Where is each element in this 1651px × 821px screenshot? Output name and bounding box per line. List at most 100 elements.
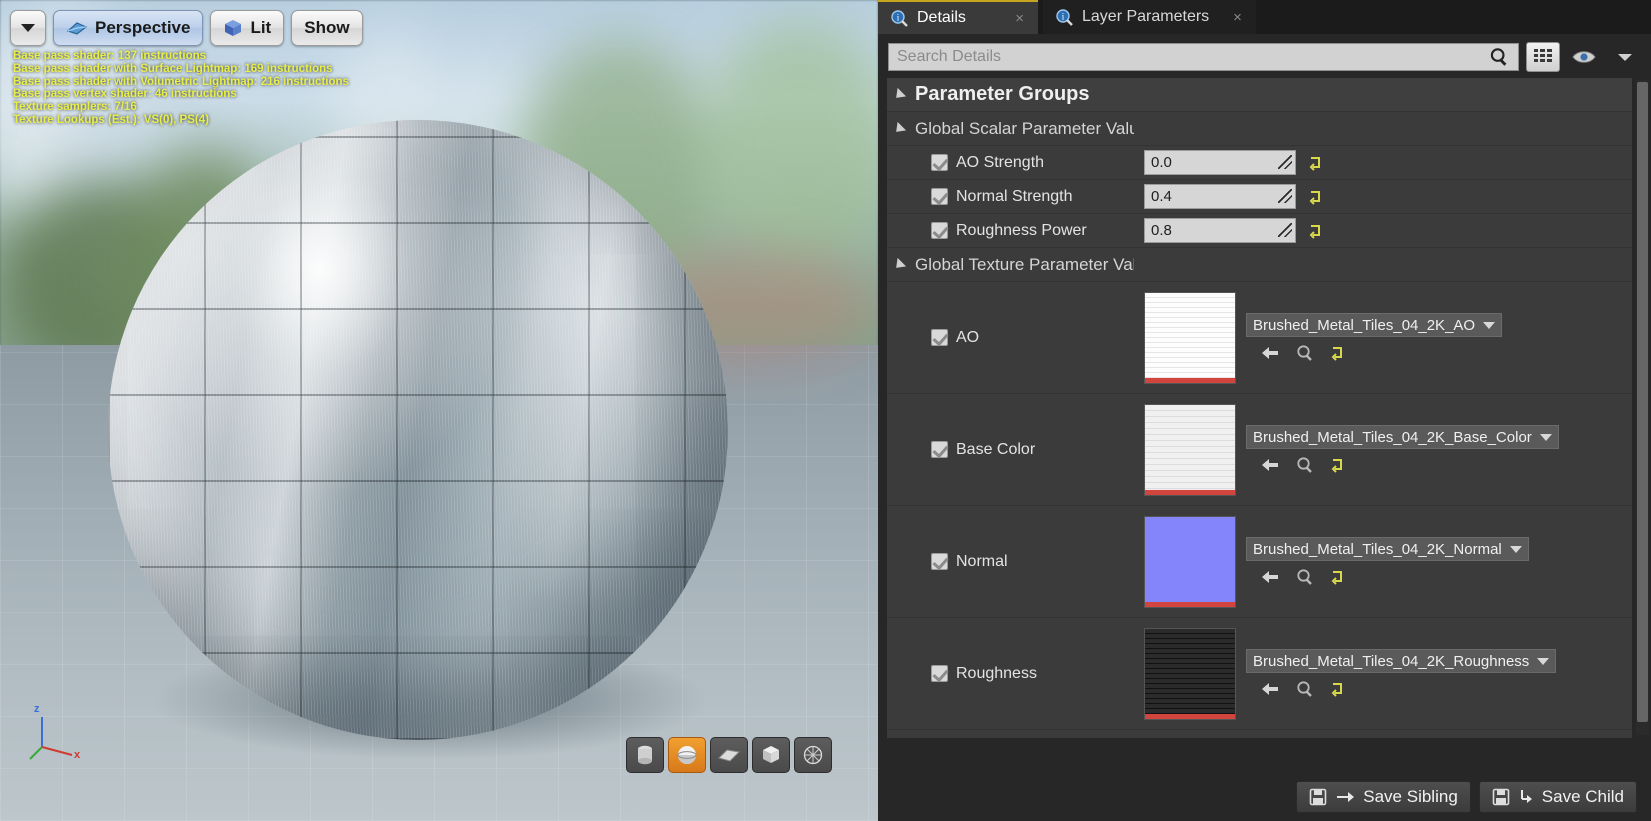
global-scalar-group-header[interactable]: Global Scalar Parameter Values (887, 112, 1632, 146)
use-selected-asset-button[interactable] (1260, 345, 1280, 361)
save-child-button[interactable]: Save Child (1478, 781, 1637, 813)
parameter-row-roughness-texture[interactable]: Roughness Brushed_Metal_Tiles_04_2K_Roug… (887, 618, 1632, 730)
asset-picker-dropdown[interactable]: Brushed_Metal_Tiles_04_2K_Base_Color (1246, 425, 1559, 449)
visibility-button[interactable] (1567, 42, 1601, 72)
tab-details[interactable]: i Details × (878, 0, 1038, 34)
parameter-row-roughness-power[interactable]: Roughness Power 0.8 (887, 214, 1632, 248)
material-preview-sphere[interactable] (108, 120, 728, 740)
asset-picker-dropdown[interactable]: Brushed_Metal_Tiles_04_2K_Normal (1246, 537, 1529, 561)
drag-grip-icon[interactable] (1278, 223, 1292, 237)
asset-picker-column: Brushed_Metal_Tiles_04_2K_Base_Color (1236, 425, 1559, 474)
browse-to-asset-button[interactable] (1296, 568, 1314, 586)
texture-thumbnail[interactable] (1144, 291, 1236, 384)
reset-to-default-button[interactable] (1330, 345, 1346, 361)
viewport-3d-preview[interactable]: Perspective Lit Show Base pass shader: 1… (0, 0, 878, 821)
stat-line: Base pass shader with Volumetric Lightma… (13, 75, 349, 88)
browse-to-asset-button[interactable] (1296, 456, 1314, 474)
drag-grip-icon[interactable] (1278, 189, 1292, 203)
scalar-value-input[interactable]: 0.4 (1144, 184, 1296, 209)
close-icon[interactable]: × (999, 10, 1024, 27)
asset-action-icons (1246, 680, 1556, 698)
browse-magnifier-icon (1297, 345, 1312, 361)
save-sibling-label: Save Sibling (1363, 787, 1458, 806)
cylinder-preview-button[interactable] (626, 737, 664, 773)
browse-magnifier-icon (1297, 569, 1312, 585)
search-details-box[interactable] (888, 43, 1519, 71)
save-sibling-button[interactable]: Save Sibling (1296, 781, 1471, 813)
reset-to-default-button[interactable] (1308, 189, 1324, 205)
stat-line: Base pass vertex shader: 46 instructions (13, 88, 237, 101)
search-icon[interactable] (1489, 46, 1510, 68)
parameter-checkbox[interactable] (931, 553, 948, 570)
custom-mesh-preview-button[interactable] (794, 737, 832, 773)
chevron-down-icon (1483, 321, 1496, 329)
grid-view-button[interactable] (1526, 42, 1560, 72)
viewport-toolbar: Perspective Lit Show (10, 10, 363, 46)
use-selected-asset-button[interactable] (1260, 457, 1280, 473)
left-arrow-icon (1262, 571, 1278, 583)
view-options-dropdown[interactable] (1608, 42, 1642, 72)
camera-mode-button[interactable]: Perspective (53, 10, 204, 46)
reset-arrow-icon (1331, 459, 1342, 473)
reset-to-default-button[interactable] (1330, 681, 1346, 697)
parameter-row-base-color-texture[interactable]: Base Color Brushed_Metal_Tiles_04_2K_Bas… (887, 394, 1632, 506)
parameter-list[interactable]: Parameter Groups Global Scalar Parameter… (887, 78, 1632, 738)
texture-thumbnail[interactable] (1144, 403, 1236, 496)
expand-triangle-icon[interactable] (891, 257, 907, 272)
tab-layer-parameters[interactable]: i Layer Parameters × (1043, 0, 1256, 34)
parameter-row-normal-texture[interactable]: Normal Brushed_Metal_Tiles_04_2K_Normal (887, 506, 1632, 618)
close-icon[interactable]: × (1217, 9, 1242, 26)
parameter-checkbox[interactable] (931, 665, 948, 682)
reset-to-default-button[interactable] (1308, 155, 1324, 171)
asset-picker-dropdown[interactable]: Brushed_Metal_Tiles_04_2K_AO (1246, 313, 1503, 337)
drag-grip-icon[interactable] (1278, 155, 1292, 169)
parameter-row-normal-strength[interactable]: Normal Strength 0.4 (887, 180, 1632, 214)
expand-triangle-icon[interactable] (891, 121, 907, 136)
parameter-row-ao-strength[interactable]: AO Strength 0.0 (887, 146, 1632, 180)
reset-to-default-button[interactable] (1330, 457, 1346, 473)
browse-to-asset-button[interactable] (1296, 344, 1314, 362)
stat-line: Texture samplers: 7/16 (13, 101, 137, 114)
plane-preview-button[interactable] (710, 737, 748, 773)
viewport-options-dropdown[interactable] (10, 10, 46, 46)
parameter-label: AO Strength (956, 153, 1045, 171)
expand-triangle-icon[interactable] (891, 87, 907, 102)
stat-line: Base pass shader: 137 instructions (13, 50, 207, 62)
browse-magnifier-icon (1297, 681, 1312, 697)
show-flags-button[interactable]: Show (291, 10, 363, 46)
texture-thumbnail[interactable] (1144, 627, 1236, 720)
parameter-row-ao-texture[interactable]: AO Brushed_Metal_Tiles_04_2K_AO (887, 282, 1632, 394)
scrollbar-thumb[interactable] (1637, 82, 1648, 722)
reset-to-default-button[interactable] (1330, 569, 1346, 585)
parameter-checkbox[interactable] (931, 222, 948, 239)
use-selected-asset-button[interactable] (1260, 569, 1280, 585)
browse-to-asset-button[interactable] (1296, 680, 1314, 698)
parameter-checkbox[interactable] (931, 329, 948, 346)
parameter-checkbox[interactable] (931, 188, 948, 205)
search-input[interactable] (897, 48, 1489, 66)
thumbnail-status-bar (1145, 713, 1235, 719)
panel-scrollbar[interactable] (1636, 80, 1649, 735)
parameter-checkbox[interactable] (931, 154, 948, 171)
use-selected-asset-button[interactable] (1260, 681, 1280, 697)
save-disk-icon (1492, 788, 1510, 806)
scalar-value-input[interactable]: 0.8 (1144, 218, 1296, 243)
sphere-preview-button[interactable] (668, 737, 706, 773)
scalar-value-input[interactable]: 0.0 (1144, 150, 1296, 175)
asset-picker-dropdown[interactable]: Brushed_Metal_Tiles_04_2K_Roughness (1246, 649, 1557, 673)
parameter-groups-title: Parameter Groups (915, 83, 1090, 105)
parameter-groups-header[interactable]: Parameter Groups (887, 78, 1632, 112)
view-mode-button[interactable]: Lit (210, 10, 285, 46)
asset-action-icons (1246, 344, 1502, 362)
camera-mode-label: Perspective (95, 18, 191, 37)
global-texture-group-header[interactable]: Global Texture Parameter Value (887, 248, 1632, 282)
texture-thumbnail[interactable] (1144, 515, 1236, 608)
cube-preview-button[interactable] (752, 737, 790, 773)
reset-arrow-icon (1331, 571, 1342, 585)
parameter-label: Roughness Power (956, 221, 1087, 239)
reset-arrow-icon (1331, 347, 1342, 361)
parameter-checkbox[interactable] (931, 441, 948, 458)
reset-to-default-button[interactable] (1308, 223, 1324, 239)
sibling-arrow-icon (1337, 792, 1355, 802)
stat-line: Base pass shader with Surface Lightmap: … (13, 62, 333, 75)
